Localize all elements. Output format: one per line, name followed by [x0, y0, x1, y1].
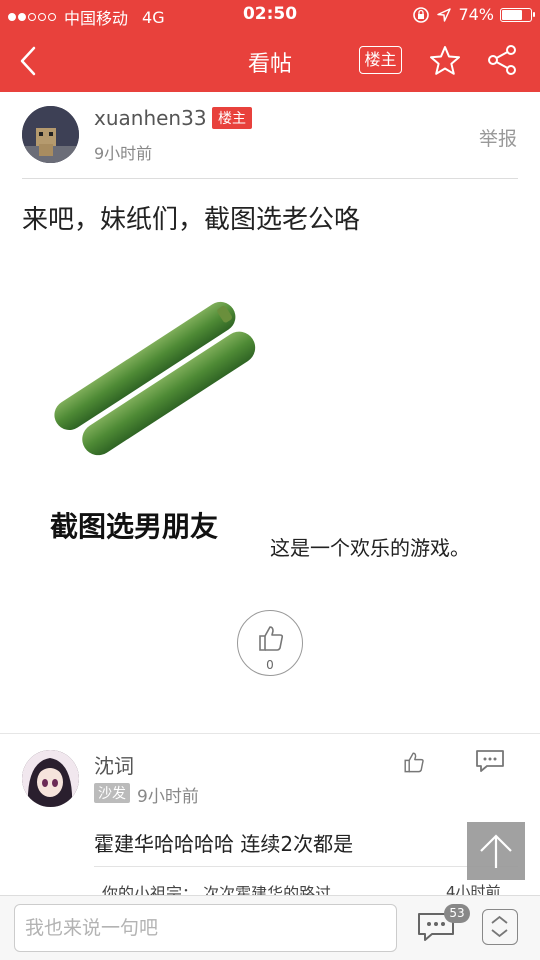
post-like-button[interactable]: 0	[237, 610, 303, 676]
avatar-image	[22, 750, 79, 807]
comment-like-icon[interactable]	[402, 750, 426, 774]
post-header: xuanhen33 楼主 9小时前 举报	[0, 92, 540, 180]
thumbs-up-icon	[259, 626, 284, 651]
share-icon[interactable]	[485, 43, 519, 77]
image-caption-sub: 这是一个欢乐的游戏。	[270, 536, 470, 560]
post-title: 来吧，妹纸们，截图选老公咯	[22, 205, 361, 235]
star-icon[interactable]	[428, 44, 462, 78]
comment-input[interactable]	[14, 904, 397, 952]
battery-percent: 74%	[458, 5, 494, 24]
image-caption-main: 截图选男朋友	[50, 510, 219, 543]
comment-text: 霍建华哈哈哈哈 连续2次都是	[94, 832, 354, 856]
divider	[22, 178, 518, 179]
post-time: 9小时前	[94, 144, 153, 163]
page-nav-button[interactable]	[482, 909, 518, 945]
battery-icon	[500, 7, 535, 22]
section-divider	[0, 733, 540, 734]
author-avatar[interactable]	[22, 106, 79, 163]
status-bar: 中国移动 4G 02:50 74%	[0, 0, 540, 30]
battery-fill	[502, 9, 522, 20]
divider	[94, 866, 518, 867]
comment-time: 9小时前	[137, 787, 199, 807]
author-name[interactable]: xuanhen33	[94, 106, 207, 130]
reply-icon[interactable]	[474, 748, 506, 774]
cucumber-image	[54, 301, 256, 456]
arrow-up-icon	[480, 834, 512, 868]
nav-bar: 看帖 楼主	[0, 30, 540, 92]
location-arrow-icon	[437, 7, 452, 22]
comment-count-badge: 53	[444, 904, 470, 923]
commenter-name[interactable]: 沈词	[94, 750, 134, 779]
view-op-only-button[interactable]: 楼主	[359, 46, 402, 74]
chevron-up-down-icon	[491, 915, 508, 938]
avatar-image	[22, 106, 79, 163]
owner-badge: 楼主	[212, 107, 252, 129]
status-right: 74%	[412, 5, 535, 24]
commenter-avatar[interactable]	[22, 750, 79, 807]
floor-badge: 沙发	[94, 783, 130, 803]
report-button[interactable]: 举报	[479, 124, 517, 151]
scroll-to-top-button[interactable]	[467, 822, 525, 880]
like-count: 0	[266, 658, 274, 672]
rotation-lock-icon	[413, 6, 430, 23]
